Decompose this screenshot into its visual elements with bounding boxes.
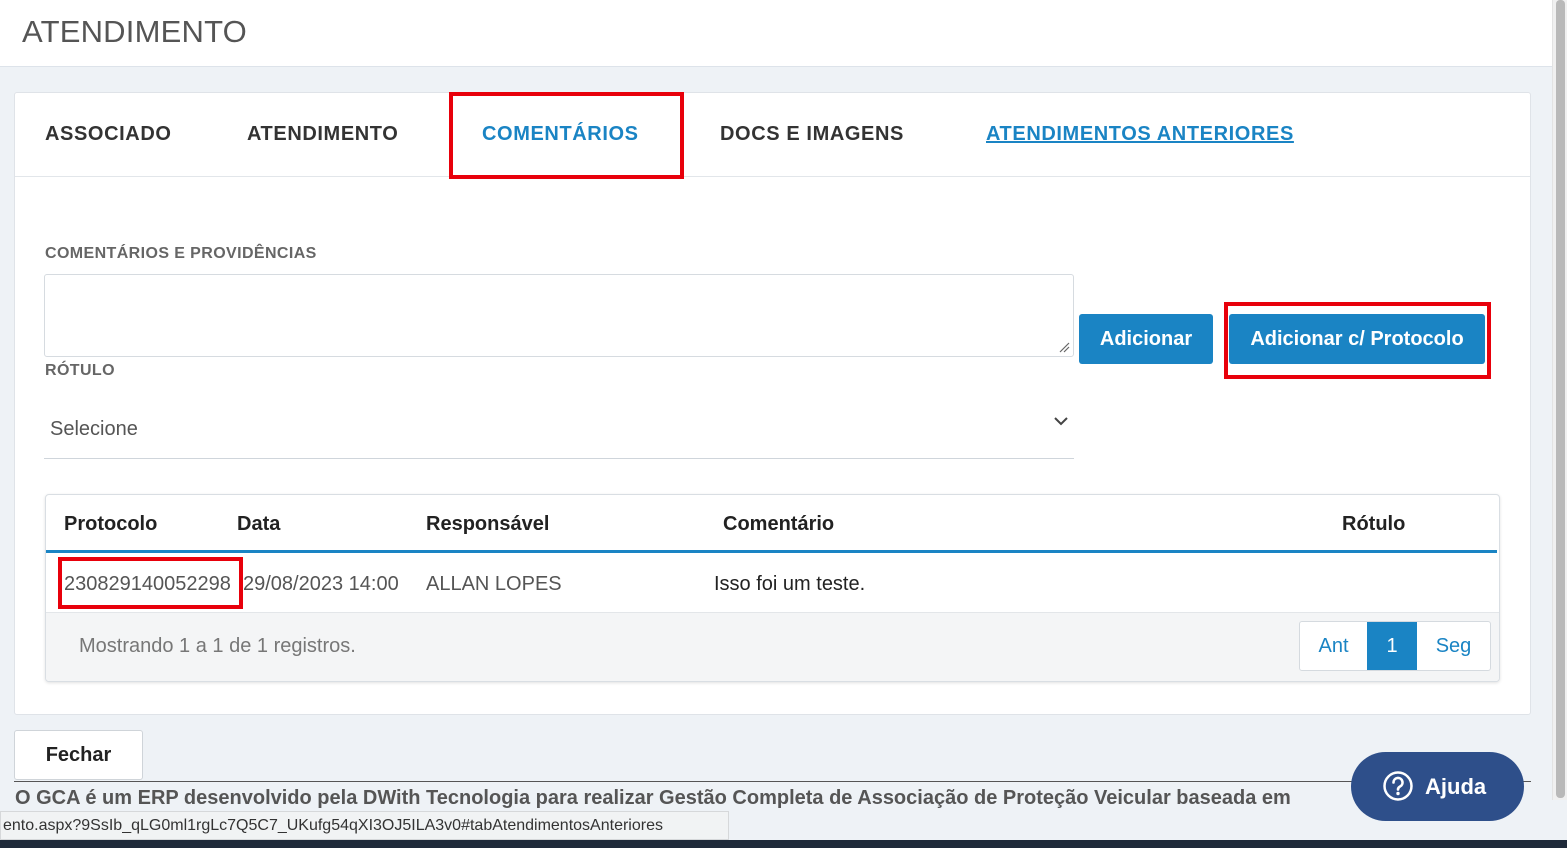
column-header-protocolo[interactable]: Protocolo xyxy=(64,513,157,536)
vertical-scrollbar[interactable] xyxy=(1552,0,1567,800)
cell-comentario: Isso foi um teste. xyxy=(714,573,866,595)
pagination-next[interactable]: Seg xyxy=(1417,622,1490,670)
taskbar-strip xyxy=(0,840,1567,848)
column-header-rotulo[interactable]: Rótulo xyxy=(1342,513,1405,536)
resize-grip-icon[interactable] xyxy=(1058,341,1070,353)
footer-divider xyxy=(14,781,1531,782)
column-header-data[interactable]: Data xyxy=(237,513,280,536)
cell-protocolo: 230829140052298 xyxy=(64,573,231,595)
tab-atendimento[interactable]: ATENDIMENTO xyxy=(247,123,398,146)
adicionar-protocolo-button[interactable]: Adicionar c/ Protocolo xyxy=(1229,314,1485,364)
tab-docs-e-imagens[interactable]: DOCS E IMAGENS xyxy=(720,123,904,146)
column-header-responsavel[interactable]: Responsável xyxy=(426,513,549,536)
footer-text: O GCA é um ERP desenvolvido pela DWith T… xyxy=(15,787,1291,809)
rotulo-select-value: Selecione xyxy=(50,418,138,440)
column-header-comentario[interactable]: Comentário xyxy=(723,513,834,536)
page-title: ATENDIMENTO xyxy=(22,14,247,49)
tab-bar: ASSOCIADO ATENDIMENTO COMENTÁRIOS DOCS E… xyxy=(15,93,1530,177)
pagination: Ant 1 Seg xyxy=(1299,621,1491,671)
fechar-button[interactable]: Fechar xyxy=(14,730,143,780)
ajuda-button[interactable]: Ajuda xyxy=(1351,752,1524,821)
tab-associado[interactable]: ASSOCIADO xyxy=(45,123,172,146)
comment-label: COMENTÁRIOS E PROVIDÊNCIAS xyxy=(45,245,317,262)
question-circle-icon xyxy=(1383,771,1413,801)
rotulo-label: RÓTULO xyxy=(45,362,115,379)
tab-comentarios[interactable]: COMENTÁRIOS xyxy=(482,123,639,146)
scrollbar-thumb[interactable] xyxy=(1556,0,1565,798)
rotulo-select[interactable]: Selecione xyxy=(44,400,1074,459)
records-info: Mostrando 1 a 1 de 1 registros. xyxy=(79,635,356,657)
ajuda-label: Ajuda xyxy=(1425,774,1487,799)
comments-table: Protocolo Data Responsável Comentário Ró… xyxy=(45,494,1500,682)
pagination-page-1[interactable]: 1 xyxy=(1367,622,1417,670)
cell-data: 29/08/2023 14:00 xyxy=(243,573,399,595)
status-url-bar: ento.aspx?9SsIb_qLG0ml1rgLc7Q5C7_UKufg54… xyxy=(0,811,729,840)
cell-responsavel: ALLAN LOPES xyxy=(426,573,562,595)
table-header-divider xyxy=(46,550,1497,553)
comment-textarea[interactable] xyxy=(44,274,1074,357)
chevron-down-icon xyxy=(1054,417,1068,426)
pagination-prev[interactable]: Ant xyxy=(1300,622,1367,670)
adicionar-button[interactable]: Adicionar xyxy=(1079,314,1213,364)
table-footer: Mostrando 1 a 1 de 1 registros. Ant 1 Se… xyxy=(46,612,1499,681)
tab-atendimentos-anteriores[interactable]: ATENDIMENTOS ANTERIORES xyxy=(986,123,1294,146)
top-header: ATENDIMENTO xyxy=(0,0,1552,67)
